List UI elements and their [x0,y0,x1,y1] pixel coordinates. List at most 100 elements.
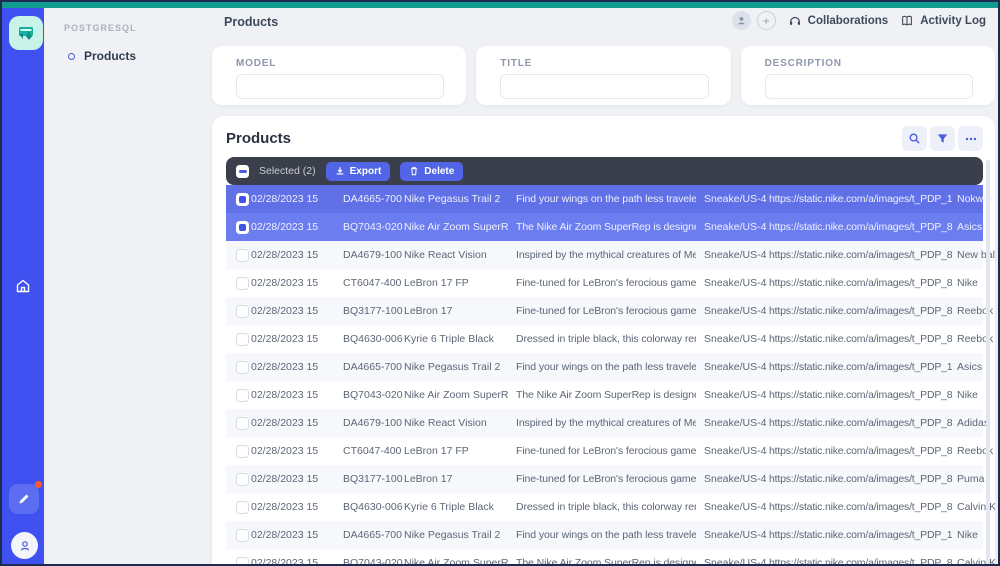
table-row[interactable]: 02/28/2023 15:11 BQ4630-006 Kyrie 6 Trip… [226,325,993,353]
cell-title: Kyrie 6 Triple Black [404,501,494,513]
table-row[interactable]: 02/28/2023 15:11 DA4665-700 Nike Pegasus… [226,521,983,549]
row-checkbox[interactable] [236,360,249,374]
table-row[interactable]: 02/28/2023 15:11 DA4679-100 Nike React V… [226,409,989,437]
cell-title: LeBron 17 FP [404,277,469,289]
cell-description: Dressed in triple black, this colorway r… [516,501,696,513]
table-row[interactable]: 02/28/2023 15:11 CT6047-400 LeBron 17 FP… [226,437,993,465]
row-checkbox[interactable] [236,304,249,318]
filter-label: TITLE [500,58,533,69]
filter-card-description: DESCRIPTION [740,46,995,105]
table-row[interactable]: 02/28/2023 15:11 BQ7043-020 Nike Air Zoo… [226,213,983,241]
table-row[interactable]: 02/28/2023 15:11 BQ3177-100 LeBron 17 Fi… [226,465,984,493]
table-row[interactable]: 02/28/2023 15:11 BQ3177-100 LeBron 17 Fi… [226,297,993,325]
row-checkbox[interactable] [236,416,249,430]
description-filter-input[interactable] [764,74,973,99]
table-row[interactable]: 02/28/2023 15:11 DA4665-700 Nike Pegasus… [226,353,983,381]
cell-model: DA4665-700 [343,529,402,541]
model-filter-input[interactable] [236,74,445,99]
cell-image-url: https://static.nike.com/a/images/t_PDP_8… [769,417,953,429]
row-checkbox[interactable] [236,192,249,206]
cell-size: Sneake/US-43 [704,501,767,513]
cell-created-date: 02/28/2023 15:11 [251,417,319,429]
cell-description: The Nike Air Zoom SuperRep is designed f… [516,389,696,401]
cell-size: Sneake/US-43 [704,333,767,345]
select-all-checkbox[interactable] [236,164,249,178]
cell-title: Nike Air Zoom SuperRep [404,389,508,401]
row-checkbox[interactable] [236,528,249,542]
app-logo[interactable] [9,16,43,50]
cell-description: Inspired by the mythical creatures of Me… [516,417,696,429]
headset-icon [789,16,800,25]
cell-image-url: https://static.nike.com/a/images/t_PDP_8… [769,305,953,317]
row-checkbox[interactable] [236,388,249,402]
title-filter-input[interactable] [500,74,709,99]
page-title: Products [224,15,279,29]
cell-model: BQ7043-020 [343,557,403,566]
table-scrollbar[interactable] [986,160,990,564]
delete-button[interactable]: Delete [400,161,464,181]
filter-card-title: TITLE [476,46,731,105]
cell-size: Sneake/US-44 [704,529,767,541]
sidebar-item-label: Products [84,49,137,63]
collaborations-button[interactable]: Collaborations [788,14,888,28]
cell-image-url: https://static.nike.com/a/images/t_PDP_8… [769,501,953,513]
table-row[interactable]: 02/28/2023 15:11 BQ7043-020 Nike Air Zoo… [226,549,995,566]
cell-description: The Nike Air Zoom SuperRep is designed f… [516,221,696,233]
cell-size: Sneake/US-42 [704,221,767,233]
edit-mode-button[interactable] [9,481,42,514]
cell-model: BQ7043-020 [343,389,403,401]
cell-title: LeBron 17 FP [404,445,469,457]
search-button[interactable] [902,126,927,151]
cell-description: Find your wings on the path less travele… [516,361,696,373]
cell-size: Sneake/US-44 [704,277,767,289]
cell-created-date: 02/28/2023 15:11 [251,473,319,485]
table-row[interactable]: 02/28/2023 15:11 BQ4630-006 Kyrie 6 Trip… [226,493,995,521]
cell-description: Inspired by the mythical creatures of Me… [516,249,696,261]
table-row[interactable]: 02/28/2023 15:11 BQ7043-020 Nike Air Zoo… [226,381,983,409]
cell-size: Sneake/US-43 [704,249,767,261]
selection-toolbar: Selected (2) Export Delete [226,157,983,185]
row-checkbox[interactable] [236,248,249,262]
row-checkbox[interactable] [236,500,249,514]
home-icon [16,279,30,293]
table-actions [902,126,983,151]
more-options-button[interactable] [958,126,983,151]
table-row[interactable]: 02/28/2023 15:11 DA4665-700 Nike Pegasus… [226,185,991,213]
row-checkbox[interactable] [236,276,249,290]
cell-image-url: https://static.nike.com/a/images/t_PDP_8… [769,445,953,457]
cell-description: Fine-tuned for LeBron's ferocious game, … [516,473,696,485]
filter-label: MODEL [236,58,277,69]
cell-description: Find your wings on the path less travele… [516,193,696,205]
cell-model: DA4679-100 [343,417,402,429]
add-member-button[interactable]: + [756,11,776,30]
table-icon [68,52,75,60]
filter-label: DESCRIPTION [764,58,842,69]
activity-log-button[interactable]: Activity Log [900,14,986,28]
activity-log-label: Activity Log [920,14,986,27]
products-card: Products Selected (2) Export Delete 02/2… [212,116,995,566]
row-checkbox[interactable] [236,556,249,564]
cell-model: BQ7043-020 [343,221,403,233]
row-checkbox[interactable] [236,472,249,486]
member-avatar[interactable] [731,11,751,30]
sidebar-item-products[interactable]: Products [60,45,144,67]
cell-created-date: 02/28/2023 15:11 [251,193,319,205]
filter-button[interactable] [930,126,955,151]
row-checkbox[interactable] [236,444,249,458]
user-avatar-button[interactable] [11,532,38,559]
cell-description: Dressed in triple black, this colorway r… [516,333,696,345]
cell-model: BQ4630-006 [343,333,403,345]
cell-size: Sneake/US-43 [704,417,767,429]
table-row[interactable]: 02/28/2023 15:11 DA4679-100 Nike React V… [226,241,995,269]
home-button[interactable] [15,278,31,294]
table-row[interactable]: 02/28/2023 15:11 CT6047-400 LeBron 17 FP… [226,269,983,297]
cell-description: The Nike Air Zoom SuperRep is designed f… [516,557,696,566]
row-checkbox[interactable] [236,332,249,346]
cell-model: CT6047-400 [343,277,402,289]
app-window: POSTGRESQL Products Products + Collabora… [0,0,1000,566]
top-accent-bar [2,2,998,8]
app-logo-icon [19,27,33,40]
cell-image-url: https://static.nike.com/a/images/t_PDP_1… [769,361,953,373]
export-button[interactable]: Export [325,161,391,181]
row-checkbox[interactable] [236,220,249,234]
